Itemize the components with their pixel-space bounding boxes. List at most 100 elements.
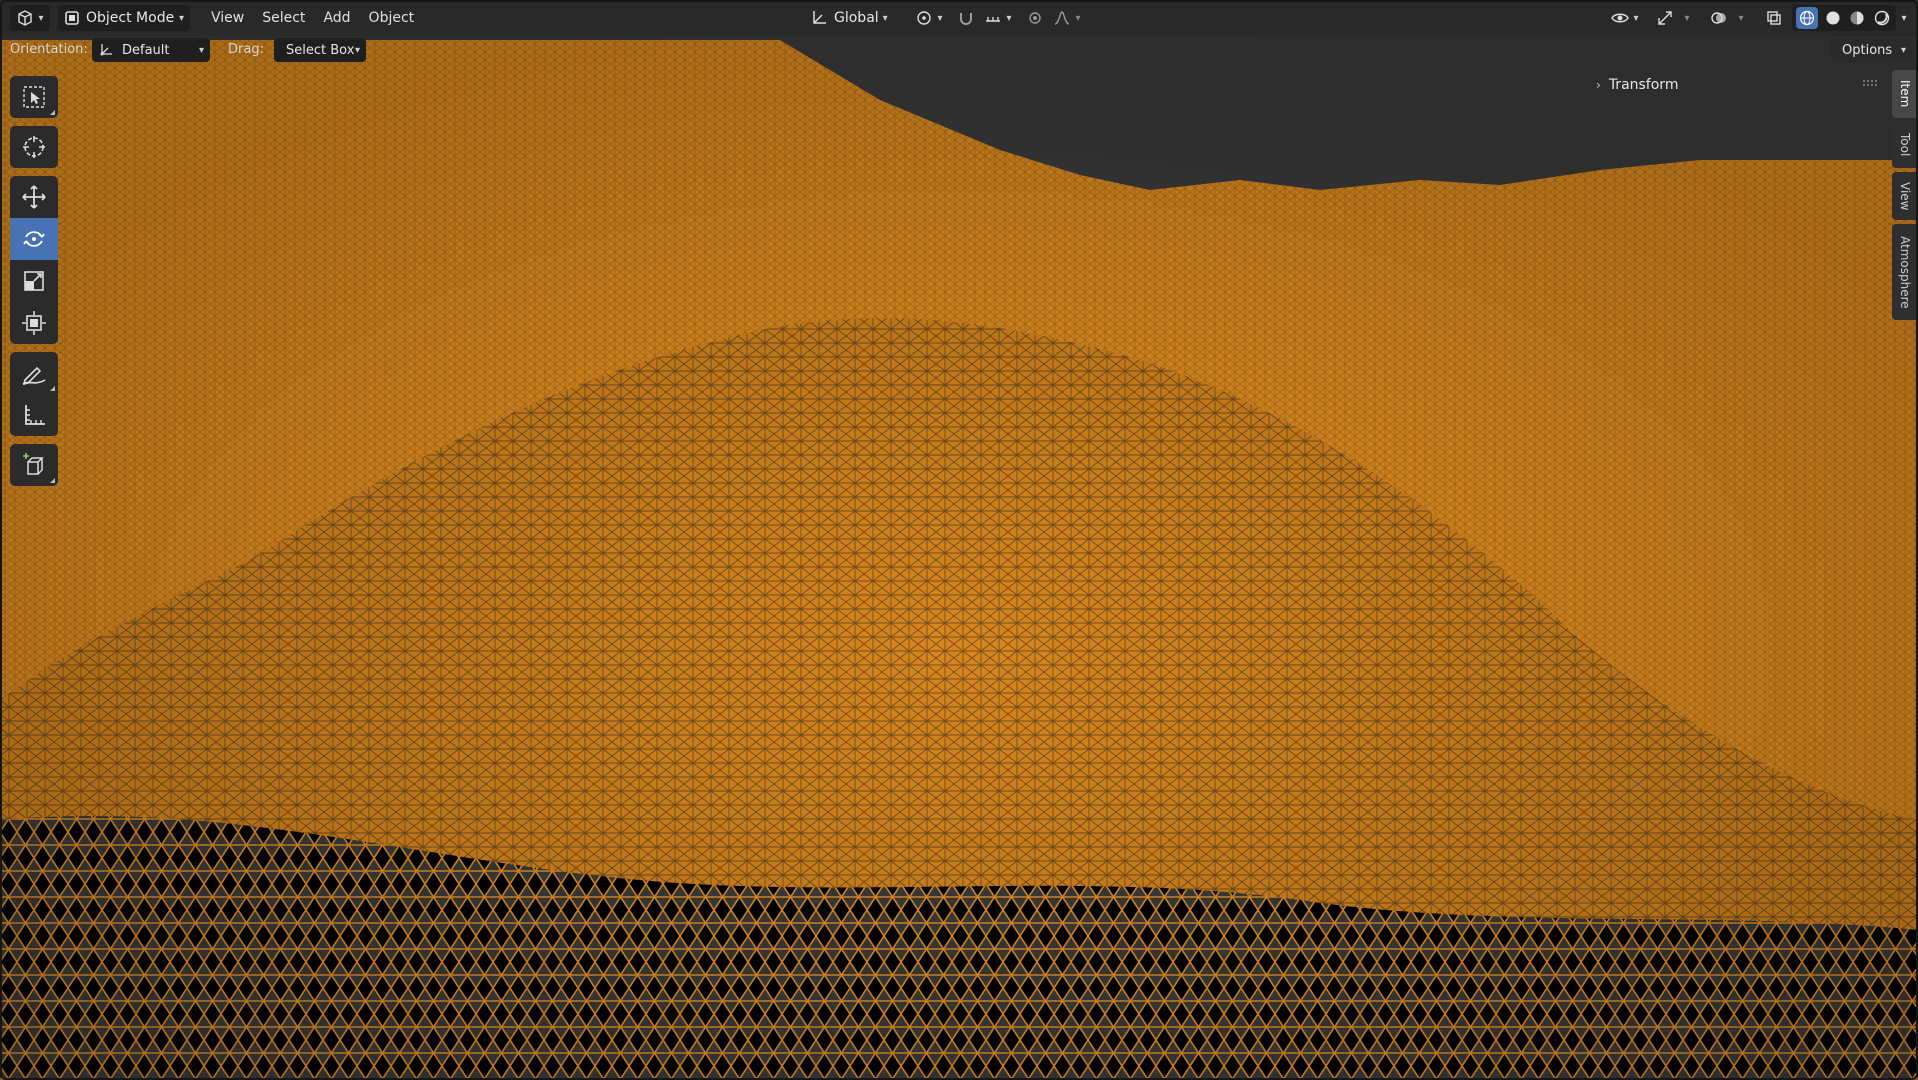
panel-drag-grip-icon[interactable] <box>1862 79 1878 87</box>
drag-value: Select Box <box>286 42 355 58</box>
annotate-tool-group <box>10 352 58 436</box>
sidebar-tab-item[interactable]: Item <box>1892 70 1918 118</box>
visibility-dropdown[interactable]: ▾ <box>1608 5 1642 31</box>
3d-viewport[interactable] <box>0 0 1918 1080</box>
tool-options-corner <box>50 110 55 115</box>
chevron-down-icon: ▾ <box>1633 12 1639 24</box>
chevron-down-icon: ▾ <box>1006 12 1012 24</box>
rendered-sphere-icon <box>1874 10 1889 26</box>
options-label: Options <box>1842 42 1893 58</box>
shading-options-dropdown[interactable]: ▾ <box>1896 5 1912 31</box>
transform-icon <box>22 311 46 335</box>
measure-icon <box>25 405 45 425</box>
scale-icon <box>24 271 44 291</box>
cursor-tool-group <box>10 126 58 168</box>
pivot-icon <box>917 11 932 25</box>
xray-toggle[interactable] <box>1762 5 1786 31</box>
object-mode-icon <box>65 11 79 25</box>
drag-label: Drag: <box>228 42 264 57</box>
orientation-global-icon <box>813 11 826 24</box>
solid-shading-button[interactable] <box>1823 8 1843 28</box>
chevron-down-icon: ▾ <box>38 12 44 24</box>
falloff-curve-icon <box>1055 11 1070 25</box>
wireframe-sphere-icon <box>1800 10 1815 26</box>
transform-tool[interactable] <box>10 302 58 344</box>
eye-icon <box>1611 13 1630 23</box>
orientation-value: Default <box>122 42 170 58</box>
add-cube-icon <box>23 453 44 475</box>
chevron-right-icon: › <box>1596 78 1601 92</box>
material-shading-button[interactable] <box>1847 8 1867 28</box>
proportional-falloff-dropdown[interactable]: ▾ <box>1050 5 1084 31</box>
tool-shelf <box>10 76 58 494</box>
menu-select[interactable]: Select <box>253 5 314 31</box>
sidebar-tab-view[interactable]: View <box>1892 172 1918 220</box>
menu-object[interactable]: Object <box>360 5 424 31</box>
solid-sphere-icon <box>1826 11 1840 25</box>
cursor-icon <box>23 136 45 158</box>
select-box-icon <box>23 86 45 108</box>
mode-dropdown[interactable]: Object Mode ▾ <box>58 5 190 31</box>
material-sphere-icon <box>1850 11 1864 25</box>
select-box-tool[interactable] <box>10 76 58 118</box>
annotate-tool[interactable] <box>10 352 58 394</box>
move-tool[interactable] <box>10 176 58 218</box>
transform-panel-title: Transform <box>1608 77 1679 93</box>
transform-tool-group <box>10 176 58 344</box>
rotate-icon <box>23 231 45 247</box>
menu-view[interactable]: View <box>202 5 253 31</box>
snap-increment-icon <box>986 17 1001 22</box>
gizmo-toggle[interactable] <box>1652 5 1678 31</box>
chevron-down-icon: ▾ <box>178 12 184 24</box>
transform-orientation-label: Global <box>834 10 879 26</box>
view3d-editor-icon <box>18 10 33 26</box>
chevron-down-icon: ▾ <box>198 44 204 56</box>
proportional-editing-toggle[interactable] <box>1024 5 1046 31</box>
menu-add[interactable]: Add <box>314 5 359 31</box>
orientation-dropdown[interactable]: Default ▾ <box>92 38 210 62</box>
rotate-tool[interactable] <box>10 218 58 260</box>
gizmo-dropdown[interactable]: ▾ <box>1680 5 1694 31</box>
shading-mode-group <box>1792 5 1896 31</box>
annotate-icon <box>22 366 46 386</box>
drag-dropdown[interactable]: Select Box ▾ <box>274 38 366 62</box>
editor-type-button[interactable]: ▾ <box>10 5 50 31</box>
chevron-down-icon: ▾ <box>937 12 943 24</box>
chevron-down-icon: ▾ <box>354 44 360 56</box>
pivot-point-dropdown[interactable]: ▾ <box>912 5 946 31</box>
snap-target-dropdown[interactable]: ▾ <box>980 5 1016 31</box>
transform-panel-header[interactable]: › Transform <box>1596 74 1886 96</box>
overlays-icon <box>1711 12 1726 24</box>
options-dropdown[interactable]: Options ▾ <box>1830 38 1912 62</box>
terrain-wireframe <box>0 0 1918 1080</box>
rendered-shading-button[interactable] <box>1872 8 1892 28</box>
chevron-down-icon: ▾ <box>1901 12 1907 24</box>
proportional-editing-icon <box>1029 12 1041 24</box>
wireframe-shading-button[interactable] <box>1796 7 1819 29</box>
viewport-header: ▾ Object Mode ▾ View Select Add Object G… <box>0 0 1918 36</box>
chevron-down-icon: ▾ <box>882 12 888 24</box>
snap-toggle[interactable] <box>954 5 978 31</box>
chevron-down-icon: ▾ <box>1738 12 1744 24</box>
measure-tool[interactable] <box>10 394 58 436</box>
orientation-label: Orientation: <box>10 42 88 57</box>
cursor-tool[interactable] <box>10 126 58 168</box>
sidebar-tabs: Item Tool View Atmosphere <box>1892 70 1918 324</box>
add-cube-tool[interactable] <box>10 444 58 486</box>
select-tool-group <box>10 76 58 118</box>
sidebar-tab-atmosphere[interactable]: Atmosphere <box>1892 224 1918 320</box>
mode-label: Object Mode <box>86 10 175 26</box>
tool-options-corner <box>50 386 55 391</box>
tab-label: View <box>1898 181 1912 211</box>
transform-orientation-dropdown[interactable]: Global ▾ <box>810 5 904 31</box>
tool-header: Orientation: Default ▾ Drag: Select Box … <box>0 36 1918 64</box>
scale-tool[interactable] <box>10 260 58 302</box>
orientation-default-icon <box>100 44 112 56</box>
sidebar-tab-tool[interactable]: Tool <box>1892 122 1918 168</box>
chevron-down-icon: ▾ <box>1684 12 1690 24</box>
gizmo-icon <box>1658 11 1672 25</box>
overlays-dropdown[interactable]: ▾ <box>1734 5 1748 31</box>
chevron-down-icon: ▾ <box>1075 12 1081 24</box>
tab-label: Atmosphere <box>1898 235 1912 309</box>
overlays-toggle[interactable] <box>1706 5 1732 31</box>
